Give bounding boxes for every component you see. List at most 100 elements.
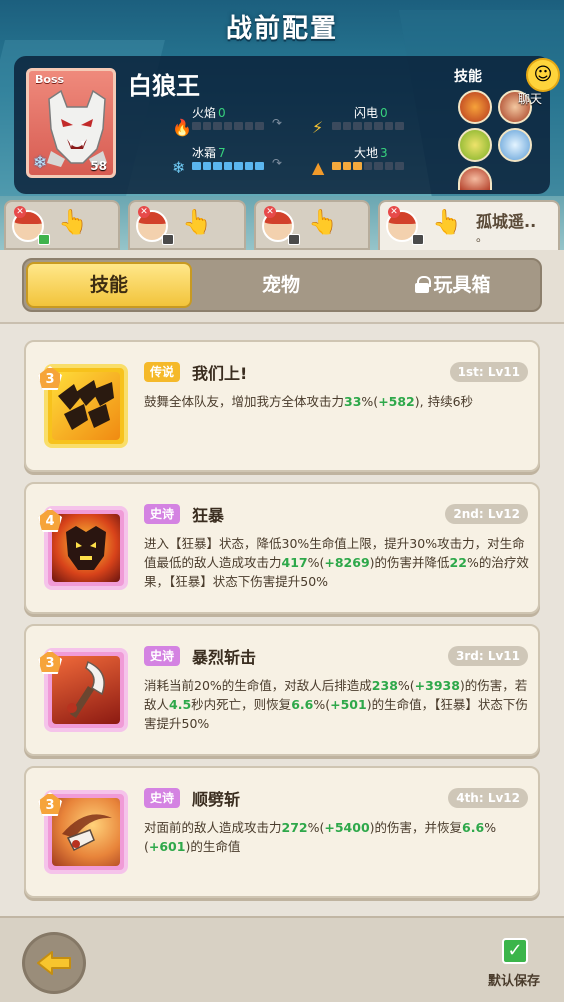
rarity-badge: 史诗	[144, 504, 181, 524]
highlight-value: 417	[281, 555, 308, 570]
earth-icon: ▲	[312, 158, 325, 177]
description-text: ), 持续6秒	[414, 394, 474, 409]
skill-level: 2nd: Lv12	[445, 504, 528, 524]
hero-tab-1[interactable]: ✕ 👆	[4, 200, 120, 250]
highlight-value: +582	[378, 394, 415, 409]
boss-name: 白狼王	[128, 72, 200, 100]
boss-skills-label: 技能	[454, 69, 482, 85]
stat-fire: 🔥 火焰 0 ↷	[172, 106, 283, 137]
hero-name-continued: 。	[476, 230, 489, 244]
description-text: 鼓舞全体队友，增加我方全体攻击力	[144, 394, 345, 409]
highlight-value: +8269	[324, 555, 370, 570]
tab-skills[interactable]: 技能	[26, 262, 192, 308]
charge-icon	[58, 380, 114, 430]
close-icon: ✕	[138, 206, 150, 218]
stat-lightning: ⚡ 闪电 0	[312, 104, 432, 138]
tab-toybox-label: 玩具箱	[433, 274, 491, 296]
skill-description: 进入【狂暴】状态，降低30%生命值上限，提升30%攻击力，对生命值最低的敌人造成…	[144, 534, 534, 591]
hand-icon: 👆	[182, 208, 212, 236]
description-text: )的伤害并降低	[369, 555, 450, 570]
skill-description: 消耗当前20%的生命值，对敌人后排造成238%(+3938)的伤害，若敌人4.5…	[144, 676, 534, 733]
description-text: %(	[361, 394, 379, 409]
wolf-howl-icon[interactable]	[458, 90, 492, 124]
stat-earth: ▲ 大地 3	[312, 144, 432, 178]
highlight-value: 238	[371, 678, 398, 693]
smiley-icon: ☺	[533, 64, 553, 85]
boss-badge: Boss	[35, 73, 65, 86]
highlight-value: 6.6	[291, 697, 314, 712]
arrow-icon: ↷	[272, 116, 283, 130]
arrow-icon: ↷	[272, 156, 283, 170]
stat-bar	[192, 122, 265, 130]
stat-bar	[192, 162, 265, 170]
highlight-value: +3938	[414, 678, 460, 693]
hero-tab-3[interactable]: ✕ 👆	[254, 200, 370, 250]
badge-icon	[162, 234, 174, 245]
chat-button[interactable]: ☺	[526, 58, 560, 92]
description-text: %(	[313, 697, 331, 712]
highlight-value: 22	[449, 555, 467, 570]
cleave-icon	[62, 814, 112, 852]
skill-level: 4th: Lv12	[448, 788, 528, 808]
skill-level: 1st: Lv11	[449, 362, 528, 382]
page-title: 战前配置	[225, 14, 338, 44]
berserk-icon	[66, 526, 106, 570]
crystal-icon[interactable]	[498, 128, 532, 162]
stat-bar	[332, 162, 405, 170]
rarity-badge: 史诗	[144, 646, 181, 666]
highlight-value: 4.5	[169, 697, 192, 712]
axe-icon	[67, 660, 105, 718]
skill-description: 对面前的敌人造成攻击力272%(+5400)的伤害，并恢复6.6%(+601)的…	[144, 818, 534, 856]
close-icon: ✕	[14, 206, 26, 218]
chat-label[interactable]: 聊天	[518, 90, 542, 107]
description-text: 对面前的敌人造成攻击力	[144, 820, 282, 835]
stat-ice: ❄ 冰霜 7 ↷	[172, 146, 283, 177]
skill-level: 3rd: Lv11	[447, 646, 528, 666]
skill-name: 狂暴	[192, 506, 225, 525]
badge-icon	[38, 234, 50, 245]
claw-icon[interactable]	[458, 166, 492, 190]
hand-icon: 👆	[58, 208, 88, 236]
lock-icon	[415, 276, 432, 293]
highlight-value: +601	[148, 839, 186, 854]
description-text: %(	[307, 555, 325, 570]
description-text: )的生命值	[185, 839, 241, 854]
skill-name: 顺劈斩	[192, 790, 241, 809]
skill-card-2[interactable]: 4 史诗 狂暴 2nd: Lv12 进入【狂暴】状态，降低30%生命值上限，提升…	[24, 482, 540, 614]
hero-tab-4[interactable]: ✕ 👆 孤城遥.. 。	[378, 200, 560, 254]
description-text: 秒内死亡，则恢复	[191, 697, 292, 712]
rarity-badge: 史诗	[144, 788, 181, 808]
snowflake-icon: ❄	[172, 158, 186, 177]
checkbox-icon[interactable]: ✓	[502, 938, 528, 964]
default-save-label[interactable]: 默认保存	[488, 970, 540, 989]
highlight-value: 6.6	[462, 820, 485, 835]
close-icon: ✕	[264, 206, 276, 218]
description-text: )的伤害，并恢复	[369, 820, 463, 835]
hand-icon: 👆	[432, 208, 462, 236]
skill-card-1[interactable]: 3 传说 我们上! 1st: Lv11 鼓舞全体队友，增加我方全体攻击力33%(…	[24, 340, 540, 472]
description-text: %(	[397, 678, 415, 693]
highlight-value: +501	[330, 697, 367, 712]
hero-tab-2[interactable]: ✕ 👆	[128, 200, 246, 250]
skill-description: 鼓舞全体队友，增加我方全体攻击力33%(+582), 持续6秒	[144, 392, 534, 411]
skill-name: 我们上!	[192, 364, 248, 383]
fire-icon: 🔥	[172, 118, 192, 137]
tab-toybox[interactable]: 玩具箱	[370, 262, 536, 308]
highlight-value: 272	[281, 820, 308, 835]
boss-portrait[interactable]: Boss ❄ 58	[26, 68, 116, 178]
rarity-badge: 传说	[144, 362, 181, 382]
stat-bar	[332, 122, 405, 130]
white-wolf-icon	[47, 89, 107, 167]
hand-icon: 👆	[308, 208, 338, 236]
skill-card-3[interactable]: 3 史诗 暴烈斩击 3rd: Lv11 消耗当前20%的生命值，对敌人后排造成2…	[24, 624, 540, 756]
shield-icon[interactable]	[458, 128, 492, 162]
back-arrow-icon[interactable]	[36, 950, 72, 976]
snowflake-icon: ❄	[33, 153, 48, 173]
description-text: 消耗当前20%的生命值，对敌人后排造成	[144, 678, 372, 693]
tab-pets[interactable]: 宠物	[198, 262, 364, 308]
skill-card-4[interactable]: 3 史诗 顺劈斩 4th: Lv12 对面前的敌人造成攻击力272%(+5400…	[24, 766, 540, 898]
highlight-value: 33	[344, 394, 362, 409]
skill-name: 暴烈斩击	[192, 648, 257, 667]
highlight-value: +5400	[324, 820, 370, 835]
close-icon: ✕	[388, 206, 400, 218]
